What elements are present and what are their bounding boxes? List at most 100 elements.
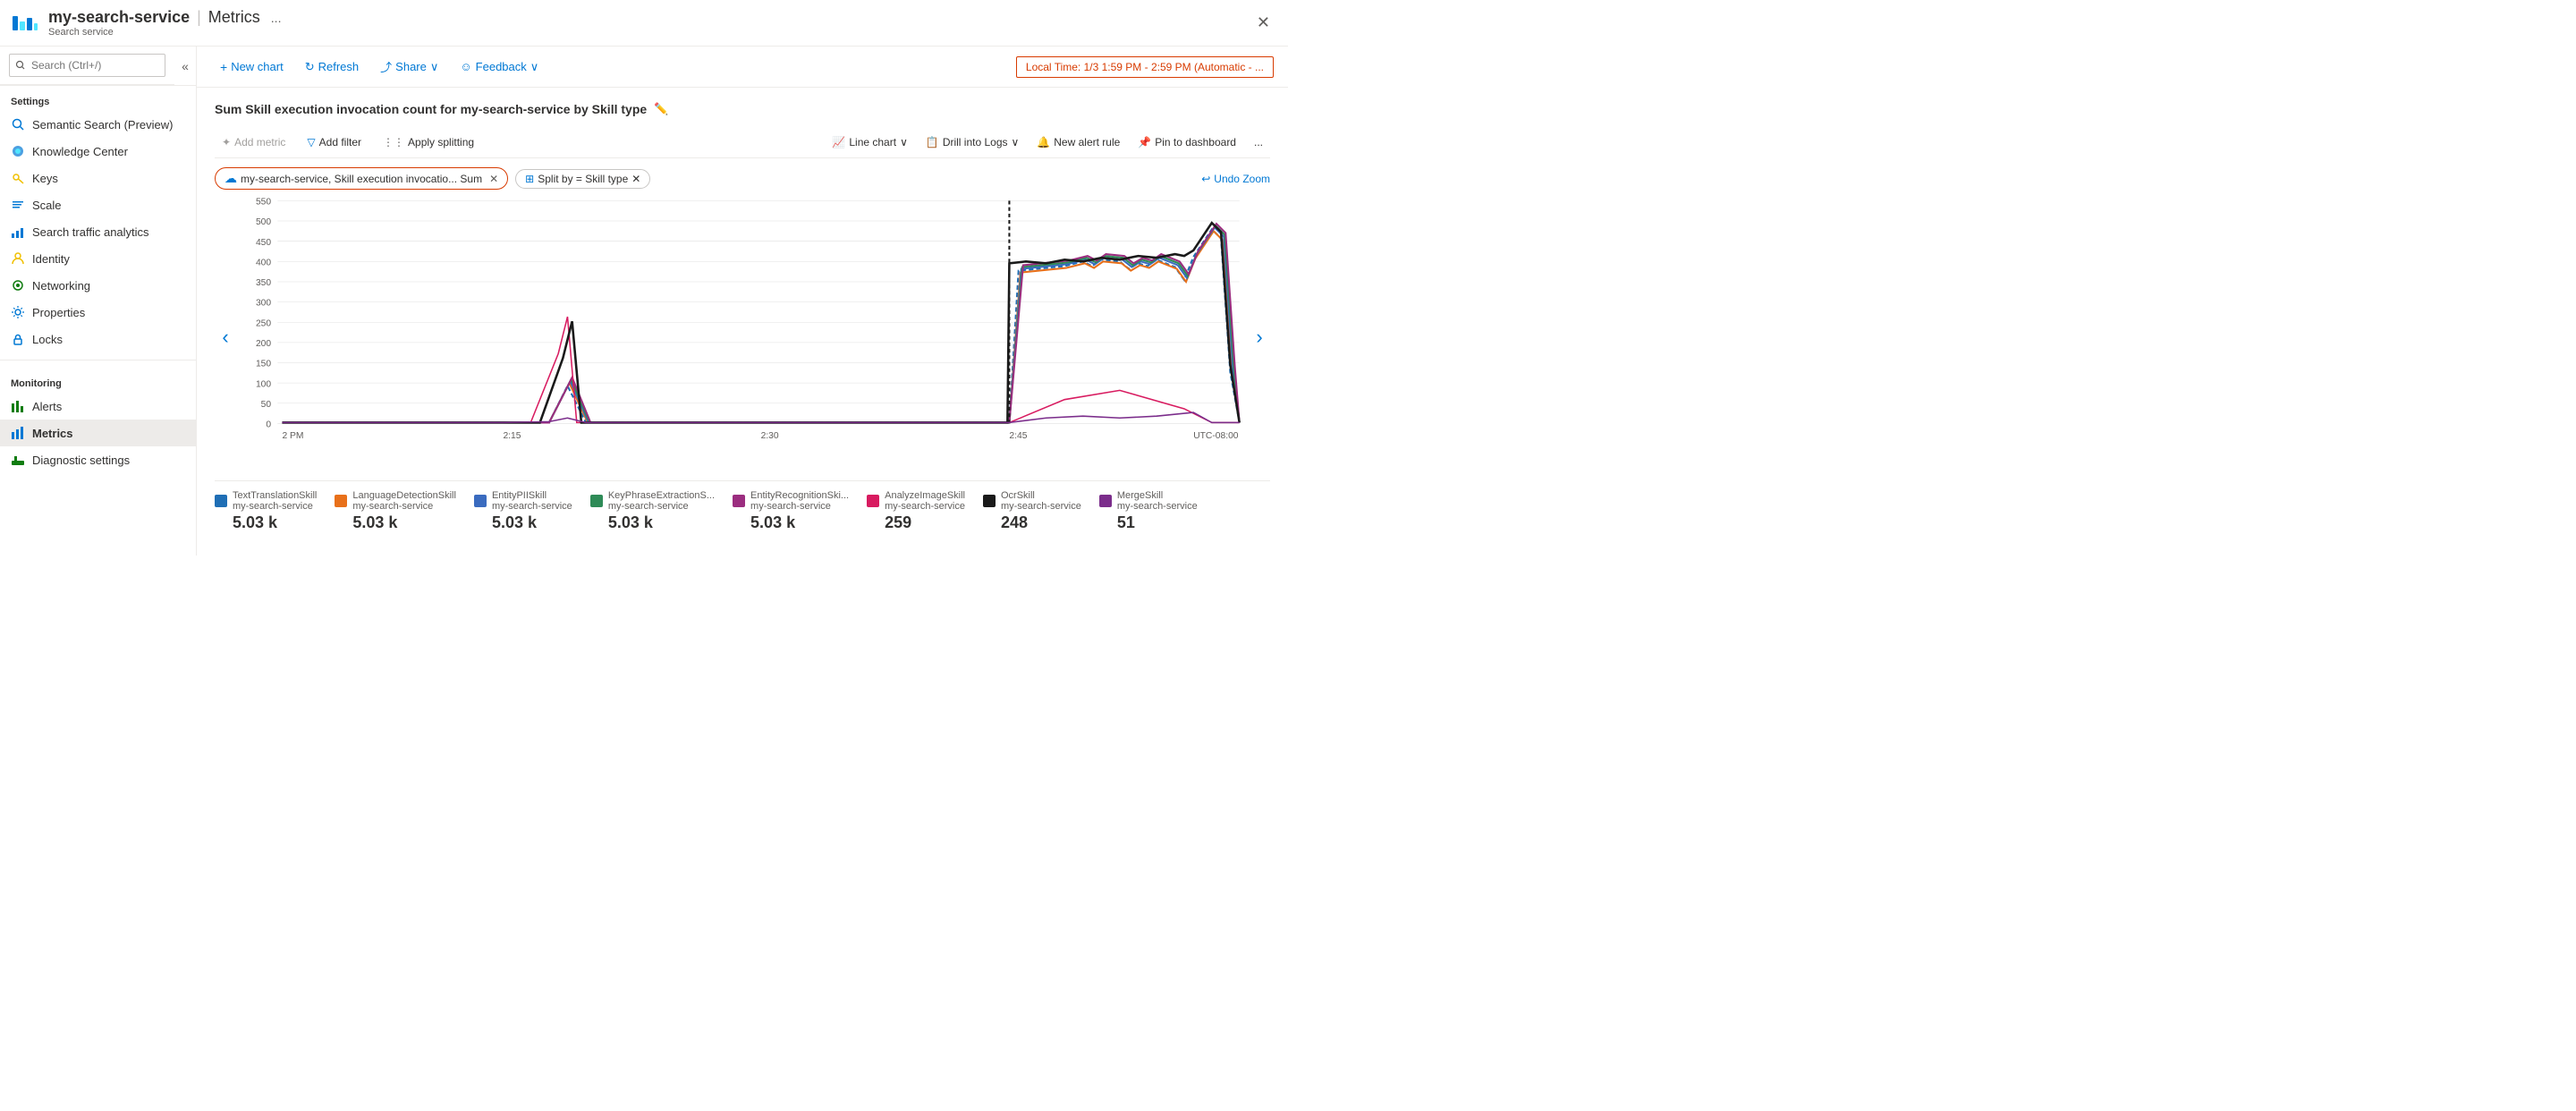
merge-skill-line: [282, 412, 1239, 422]
sidebar-item-search-traffic[interactable]: Search traffic analytics: [0, 218, 196, 245]
locks-icon: [11, 332, 25, 346]
svg-text:0: 0: [266, 420, 271, 430]
monitoring-section: Monitoring Alerts Metrics: [0, 368, 196, 473]
undo-zoom-button[interactable]: ↩ Undo Zoom: [1201, 173, 1270, 185]
chart-with-nav: ‹ .grid-line { stroke: #e0e0e0; stroke-w…: [215, 197, 1270, 477]
more-options-button[interactable]: ...: [1247, 132, 1270, 152]
semantic-search-label: Semantic Search (Preview): [32, 118, 174, 131]
metric-tag[interactable]: ☁ my-search-service, Skill execution inv…: [215, 167, 508, 190]
legend-skill-name: AnalyzeImageSkill: [885, 490, 965, 501]
keys-icon: [11, 171, 25, 185]
chart-container: .grid-line { stroke: #e0e0e0; stroke-wid…: [236, 188, 1249, 485]
keys-label: Keys: [32, 172, 58, 185]
legend-service-name: my-search-service: [608, 501, 715, 512]
legend-color-swatch: [733, 495, 745, 507]
sidebar-item-identity[interactable]: Identity: [0, 245, 196, 272]
legend-header: MergeSkill my-search-service: [1099, 490, 1198, 512]
sidebar-item-keys[interactable]: Keys: [0, 165, 196, 191]
legend-name: EntityPIISkill my-search-service: [492, 490, 572, 512]
chart-toolbar-right: 📈 Line chart ∨ 📋 Drill into Logs ∨ 🔔 New…: [825, 132, 1270, 152]
diagnostic-icon: [11, 453, 25, 467]
legend-color-swatch: [474, 495, 487, 507]
analyze-image-line: [282, 317, 1239, 422]
legend-name: MergeSkill my-search-service: [1117, 490, 1198, 512]
main-toolbar: + New chart ↻ Refresh ⤴ Share ∨ ☺ Feedba…: [197, 47, 1288, 88]
svg-text:2 PM: 2 PM: [282, 431, 303, 441]
sidebar-collapse[interactable]: «: [174, 52, 196, 81]
search-input[interactable]: [9, 54, 165, 77]
feedback-button[interactable]: ☺ Feedback ∨: [451, 55, 547, 79]
legend-name: LanguageDetectionSkill my-search-service: [352, 490, 456, 512]
legend-header: KeyPhraseExtractionS... my-search-servic…: [590, 490, 715, 512]
new-alert-rule-button[interactable]: 🔔 New alert rule: [1030, 132, 1127, 152]
split-tag-close[interactable]: ✕: [631, 173, 640, 185]
prev-nav-arrow[interactable]: ‹: [215, 322, 236, 352]
scale-label: Scale: [32, 199, 62, 212]
chart-svg: .grid-line { stroke: #e0e0e0; stroke-wid…: [236, 188, 1249, 482]
pin-dashboard-button[interactable]: 📌 Pin to dashboard: [1131, 132, 1243, 152]
time-range-button[interactable]: Local Time: 1/3 1:59 PM - 2:59 PM (Autom…: [1016, 56, 1274, 78]
metric-tag-close[interactable]: ✕: [489, 173, 498, 185]
add-filter-label: Add filter: [319, 136, 361, 148]
legend-item-language-detection: LanguageDetectionSkill my-search-service…: [335, 490, 456, 532]
sidebar-item-semantic-search[interactable]: Semantic Search (Preview): [0, 111, 196, 138]
legend-item-key-phrase: KeyPhraseExtractionS... my-search-servic…: [590, 490, 715, 532]
sidebar-item-knowledge-center[interactable]: Knowledge Center: [0, 138, 196, 165]
legend-value: 5.03 k: [335, 513, 456, 532]
apply-splitting-button[interactable]: ⋮⋮ Apply splitting: [376, 132, 481, 152]
undo-zoom-label: Undo Zoom: [1214, 173, 1270, 185]
edit-title-icon[interactable]: ✏️: [654, 102, 668, 116]
next-nav-arrow[interactable]: ›: [1249, 322, 1270, 352]
share-button[interactable]: ⤴ Share ∨: [371, 54, 447, 80]
sidebar-item-diagnostic[interactable]: Diagnostic settings: [0, 446, 196, 473]
networking-icon: [11, 278, 25, 293]
pin-icon: 📌: [1138, 136, 1151, 148]
split-tag-label: Split by = Skill type: [538, 173, 628, 185]
new-chart-icon: +: [220, 60, 227, 74]
legend-header: TextTranslationSkill my-search-service: [215, 490, 317, 512]
legend-value: 259: [867, 513, 965, 532]
legend-header: OcrSkill my-search-service: [983, 490, 1081, 512]
sidebar-item-metrics[interactable]: Metrics: [0, 420, 196, 446]
feedback-chevron-icon: ∨: [530, 60, 539, 74]
more-dots[interactable]: ...: [271, 11, 282, 25]
line-chart-button[interactable]: 📈 Line chart ∨: [825, 132, 914, 152]
app-icon: [11, 9, 39, 38]
legend-value: 5.03 k: [590, 513, 715, 532]
metric-tags-row: ☁ my-search-service, Skill execution inv…: [215, 167, 1270, 190]
properties-label: Properties: [32, 306, 85, 319]
sidebar-item-scale[interactable]: Scale: [0, 191, 196, 218]
metrics-label: Metrics: [32, 427, 73, 440]
sidebar-item-networking[interactable]: Networking: [0, 272, 196, 299]
new-chart-button[interactable]: + New chart: [211, 55, 292, 79]
refresh-button[interactable]: ↻ Refresh: [296, 55, 368, 79]
search-traffic-icon: [11, 225, 25, 239]
legend-skill-name: OcrSkill: [1001, 490, 1081, 501]
sidebar-item-properties[interactable]: Properties: [0, 299, 196, 326]
legend-item-text-translation: TextTranslationSkill my-search-service 5…: [215, 490, 317, 532]
sidebar-item-alerts[interactable]: Alerts: [0, 393, 196, 420]
legend-skill-name: KeyPhraseExtractionS...: [608, 490, 715, 501]
diagnostic-label: Diagnostic settings: [32, 454, 130, 467]
sidebar-item-locks[interactable]: Locks: [0, 326, 196, 352]
drill-logs-chevron: ∨: [1012, 136, 1020, 148]
legend-color-swatch: [335, 495, 347, 507]
drill-logs-button[interactable]: 📋 Drill into Logs ∨: [919, 132, 1026, 152]
legend-item-ocr-skill: OcrSkill my-search-service 248: [983, 490, 1081, 532]
refresh-icon: ↻: [305, 60, 315, 74]
chart-title-row: Sum Skill execution invocation count for…: [215, 102, 1270, 116]
title-separator: |: [197, 8, 201, 27]
svg-text:2:15: 2:15: [503, 431, 521, 441]
close-button[interactable]: ✕: [1250, 10, 1277, 36]
legend-header: EntityPIISkill my-search-service: [474, 490, 572, 512]
line-chart-label: Line chart: [849, 136, 896, 148]
legend-value: 5.03 k: [474, 513, 572, 532]
add-filter-button[interactable]: ▽ Add filter: [300, 132, 369, 152]
split-tag[interactable]: ⊞ Split by = Skill type ✕: [515, 169, 650, 189]
new-chart-label: New chart: [231, 60, 284, 73]
legend-service-name: my-search-service: [233, 501, 317, 512]
svg-text:450: 450: [256, 238, 271, 248]
add-metric-button[interactable]: ✦ Add metric: [215, 132, 292, 152]
feedback-icon: ☺: [460, 60, 471, 73]
legend-name: AnalyzeImageSkill my-search-service: [885, 490, 965, 512]
